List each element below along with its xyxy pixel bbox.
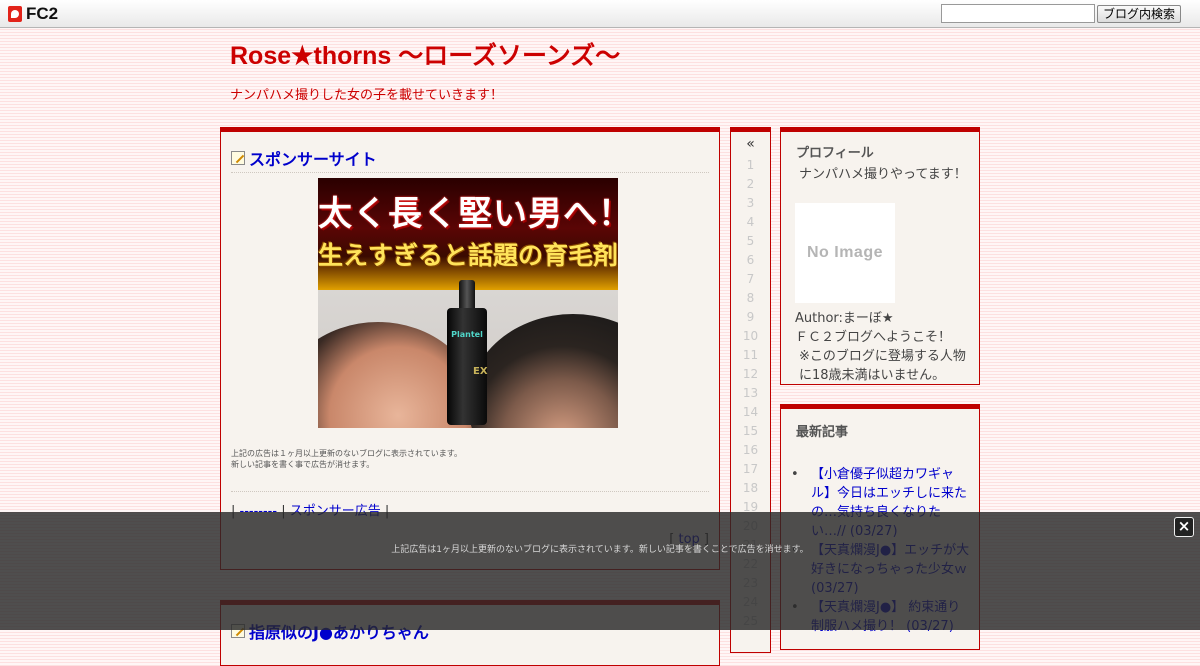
- fc2-header-bar: FC2 ブログ内検索: [0, 0, 1200, 28]
- recent-heading: 最新記事: [796, 425, 849, 440]
- profile-intro: ナンパハメ撮りやってます！: [799, 167, 967, 182]
- entry-title-link[interactable]: スポンサーサイト: [249, 146, 377, 170]
- calendar-day: 6: [746, 253, 755, 267]
- ad-notice-text: 上記広告は1ヶ月以上更新のないブログに表示されています。新しい記事を書くことで広…: [391, 545, 809, 555]
- profile-author: Author:まーぼ★: [795, 311, 894, 326]
- ad-product-bottle: Plantel EX: [447, 280, 488, 425]
- calendar-day: 3: [746, 196, 755, 210]
- ad-product-mark: EX: [473, 366, 488, 377]
- ad-note-line-2: 新しい記事を書く事で広告が消せます。: [231, 460, 375, 469]
- calendar-day: 5: [746, 234, 755, 248]
- calendar-day: 2: [746, 177, 755, 191]
- calendar-day: 12: [742, 367, 759, 381]
- profile-heading: プロフィール: [796, 146, 874, 161]
- calendar-day: 10: [742, 329, 759, 343]
- profile-welcome: ＦＣ２ブログへようこそ！: [795, 330, 952, 345]
- profile-note: ※このブログに登場する人物に18歳未満はいません。: [799, 349, 966, 383]
- calendar-day: 11: [742, 348, 759, 362]
- fc2-logo[interactable]: FC2: [8, 4, 58, 24]
- entry-title: スポンサーサイト: [231, 146, 377, 170]
- profile-box: プロフィール ナンパハメ撮りやってます！ No Image Author:まーぼ…: [780, 127, 980, 385]
- calendar-day: 1: [746, 158, 755, 172]
- calendar-day: 8: [746, 291, 755, 305]
- profile-author-block: Author:まーぼ★ ＦＣ２ブログへようこそ！ ※このブログに登場する人物に1…: [795, 309, 971, 385]
- divider: [231, 491, 709, 492]
- calendar-day: 14: [742, 405, 759, 419]
- ad-note-line-1: 上記の広告は１ヶ月以上更新のないブログに表示されています。: [231, 449, 462, 458]
- memo-icon: [231, 151, 245, 165]
- close-icon[interactable]: ×: [1174, 517, 1194, 537]
- ad-head-right: [468, 314, 618, 428]
- calendar-day: 18: [742, 481, 759, 495]
- calendar-day: 7: [746, 272, 755, 286]
- ad-notice-overlay: 上記広告は1ヶ月以上更新のないブログに表示されています。新しい記事を書くことで広…: [0, 512, 1200, 630]
- blog-search-button[interactable]: ブログ内検索: [1097, 5, 1182, 23]
- calendar-day: 9: [746, 310, 755, 324]
- calendar-day: 16: [742, 443, 759, 457]
- fc2-logo-text: FC2: [26, 4, 59, 23]
- calendar-day: 13: [742, 386, 759, 400]
- ad-headline-area: 太く長く堅い男へ！ 生えすぎると話題の育毛剤: [318, 178, 618, 290]
- ad-subheadline: 生えすぎると話題の育毛剤: [318, 241, 618, 270]
- blog-description: ナンパハメ撮りした女の子を載せていきます！: [230, 88, 504, 103]
- calendar-day: 17: [742, 462, 759, 476]
- ad-headline: 太く長く堅い男へ！: [318, 194, 618, 234]
- fc2-logo-icon: [8, 6, 22, 22]
- blog-title[interactable]: Rose★thorns ～ローズソーンズ～: [230, 36, 620, 72]
- ad-banner[interactable]: 太く長く堅い男へ！ 生えすぎると話題の育毛剤 Plantel EX: [318, 178, 618, 428]
- calendar-day: 4: [746, 215, 755, 229]
- blog-search-input[interactable]: [941, 4, 1095, 23]
- ad-product-name: Plantel: [451, 330, 483, 339]
- calendar-day: 15: [742, 424, 759, 438]
- entry-sponsor: スポンサーサイト 太く長く堅い男へ！ 生えすぎると話題の育毛剤 Plantel …: [220, 127, 720, 570]
- profile-avatar: No Image: [795, 203, 895, 303]
- calendar-prev-button[interactable]: «: [731, 136, 770, 152]
- divider: [231, 172, 709, 173]
